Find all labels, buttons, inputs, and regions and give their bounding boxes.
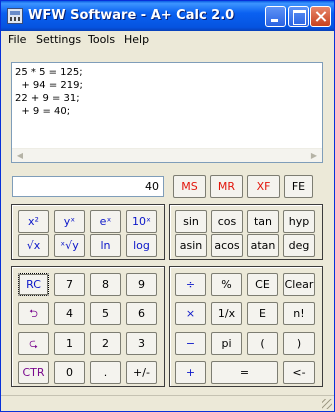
horizontal-scrollbar[interactable]: ◀ ▶	[12, 148, 322, 162]
resize-grip-icon[interactable]	[322, 399, 332, 409]
undo-button[interactable]: ⮌	[18, 302, 49, 325]
calculation-log[interactable]: 25 * 5 = 125; + 94 = 219; 22 + 9 = 31; +…	[11, 62, 323, 163]
atan-button[interactable]: atan	[247, 234, 279, 257]
acos-button[interactable]: acos	[211, 234, 243, 257]
title-bar[interactable]: WFW Software - A+ Calc 2.0	[1, 1, 334, 31]
digit-7-button[interactable]: 7	[54, 273, 85, 296]
ln-button[interactable]: ln	[90, 234, 121, 257]
digit-6-button[interactable]: 6	[126, 302, 157, 325]
hyp-button[interactable]: hyp	[283, 210, 315, 233]
right-paren-button[interactable]: )	[283, 332, 315, 355]
digit-5-button[interactable]: 5	[90, 302, 121, 325]
calculator-window: WFW Software - A+ Calc 2.0 File Settings…	[0, 0, 335, 412]
percent-button[interactable]: %	[211, 273, 242, 296]
tan-button[interactable]: tan	[247, 210, 279, 233]
app-icon	[7, 8, 23, 24]
add-button[interactable]: +	[175, 361, 206, 384]
sin-button[interactable]: sin	[175, 210, 207, 233]
backspace-button[interactable]: <-	[283, 361, 315, 384]
clear-entry-button[interactable]: CE	[247, 273, 278, 296]
log-lines: 25 * 5 = 125; + 94 = 219; 22 + 9 = 31; +…	[15, 66, 83, 118]
decimal-button[interactable]: .	[90, 361, 121, 384]
menu-help[interactable]: Help	[124, 33, 149, 46]
reciprocal-button[interactable]: 1/x	[211, 302, 242, 325]
divide-button[interactable]: ÷	[175, 273, 206, 296]
asin-button[interactable]: asin	[175, 234, 207, 257]
result-display[interactable]: 40	[12, 176, 164, 197]
memory-recall-button[interactable]: MR	[210, 175, 243, 198]
memory-store-button[interactable]: MS	[173, 175, 206, 198]
clear-button[interactable]: Clear	[283, 273, 315, 296]
scroll-left-icon[interactable]: ◀	[13, 150, 27, 162]
e-power-x-button[interactable]: eˣ	[90, 210, 121, 233]
equals-button[interactable]: =	[211, 361, 278, 384]
digit-3-button[interactable]: 3	[126, 332, 157, 355]
deg-button[interactable]: deg	[283, 234, 315, 257]
close-button[interactable]	[310, 6, 331, 27]
digit-8-button[interactable]: 8	[90, 273, 121, 296]
pi-button[interactable]: pi	[211, 332, 242, 355]
digit-4-button[interactable]: 4	[54, 302, 85, 325]
y-power-x-button[interactable]: yˣ	[54, 210, 85, 233]
menu-tools[interactable]: Tools	[88, 33, 115, 46]
digit-2-button[interactable]: 2	[90, 332, 121, 355]
log-button[interactable]: log	[126, 234, 157, 257]
digit-9-button[interactable]: 9	[126, 273, 157, 296]
digit-1-button[interactable]: 1	[54, 332, 85, 355]
log-line: 25 * 5 = 125;	[15, 67, 83, 78]
rc-button[interactable]: RC	[18, 273, 49, 296]
left-paren-button[interactable]: (	[247, 332, 278, 355]
status-bar	[1, 395, 334, 411]
xf-button[interactable]: XF	[247, 175, 280, 198]
log-line: + 9 = 40;	[15, 106, 71, 117]
scroll-right-icon[interactable]: ▶	[307, 150, 321, 162]
ctr-button[interactable]: CTR	[18, 361, 49, 384]
log-line: 22 + 9 = 31;	[15, 93, 80, 104]
x-squared-button[interactable]: x²	[18, 210, 49, 233]
subtract-button[interactable]: −	[175, 332, 206, 355]
x-root-y-button[interactable]: ˣ√y	[54, 234, 85, 257]
cos-button[interactable]: cos	[211, 210, 243, 233]
log-line: + 94 = 219;	[15, 80, 83, 91]
window-title: WFW Software - A+ Calc 2.0	[28, 8, 235, 23]
menu-bar: File Settings Tools Help	[1, 31, 334, 49]
redo-button[interactable]: ⮎	[18, 332, 49, 355]
square-root-button[interactable]: √x	[18, 234, 49, 257]
digit-0-button[interactable]: 0	[54, 361, 85, 384]
multiply-button[interactable]: ×	[175, 302, 206, 325]
exponent-button[interactable]: E	[247, 302, 278, 325]
minimize-button[interactable]	[265, 6, 286, 27]
menu-settings[interactable]: Settings	[36, 33, 81, 46]
ten-power-x-button[interactable]: 10ˣ	[126, 210, 157, 233]
sign-toggle-button[interactable]: +/-	[126, 361, 157, 384]
factorial-button[interactable]: n!	[283, 302, 315, 325]
maximize-button[interactable]	[288, 6, 309, 27]
menu-file[interactable]: File	[8, 33, 26, 46]
fe-button[interactable]: FE	[284, 175, 313, 198]
